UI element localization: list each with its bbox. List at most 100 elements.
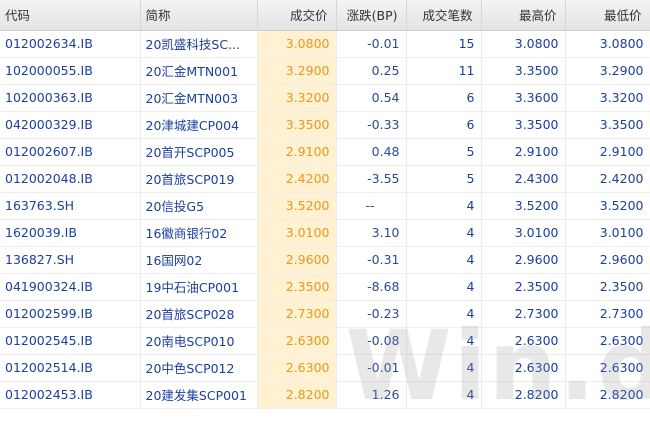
cell-code[interactable]: 012002453.IB [0,381,141,409]
cell-high: 2.9600 [481,246,566,274]
table-row[interactable]: 012002514.IB 20中色SCP012 2.6300 -0.01 4 2.6300… [0,354,650,382]
cell-low: 3.3500 [565,111,650,139]
cell-high: 3.3500 [481,57,566,85]
cell-low: 2.9100 [565,138,650,166]
column-header-price[interactable]: 成交价 [257,0,337,31]
cell-code[interactable]: 012002607.IB [0,138,141,166]
cell-low: 3.5200 [565,192,650,220]
cell-count: 4 [406,354,482,382]
cell-name[interactable]: 16徽商银行02 [140,219,258,247]
cell-change: 0.25 [336,57,407,85]
cell-count: 4 [406,381,482,409]
cell-count: 4 [406,246,482,274]
cell-high: 2.7300 [481,300,566,328]
cell-price: 2.4200 [257,165,337,193]
table-row[interactable]: 102000363.IB 20汇金MTN003 3.3200 0.54 6 3.3600 3… [0,84,650,112]
cell-low: 3.0100 [565,219,650,247]
cell-high: 2.9100 [481,138,566,166]
cell-change: -0.33 [336,111,407,139]
cell-low: 3.2900 [565,57,650,85]
cell-change: 0.48 [336,138,407,166]
cell-low: 2.6300 [565,354,650,382]
cell-count: 6 [406,111,482,139]
cell-code[interactable]: 012002599.IB [0,300,141,328]
cell-price: 3.3200 [257,84,337,112]
cell-change: -8.68 [336,273,407,301]
cell-low: 2.4200 [565,165,650,193]
cell-high: 3.0100 [481,219,566,247]
cell-low: 2.9600 [565,246,650,274]
cell-low: 3.0800 [565,30,650,58]
table-row[interactable]: 042000329.IB 20津城建CP004 3.3500 -0.33 6 3.3500… [0,111,650,139]
table-row[interactable]: 163763.SH 20信投G5 3.5200 -- 4 3.5200 3.5200 [0,192,650,220]
column-header-name[interactable]: 简称 [140,0,258,31]
cell-low: 2.8200 [565,381,650,409]
table-row[interactable]: 012002607.IB 20首开SCP005 2.9100 0.48 5 2.9100 2… [0,138,650,166]
cell-high: 2.8200 [481,381,566,409]
cell-low: 2.3500 [565,273,650,301]
cell-low: 3.3200 [565,84,650,112]
table-row[interactable]: 012002545.IB 20南电SCP010 2.6300 -0.08 4 2.6300… [0,327,650,355]
cell-count: 5 [406,138,482,166]
cell-name[interactable]: 20首开SCP005 [140,138,258,166]
cell-count: 4 [406,300,482,328]
cell-name[interactable]: 20信投G5 [140,192,258,220]
cell-change: -- [336,192,407,220]
cell-code[interactable]: 012002634.IB [0,30,141,58]
cell-high: 3.0800 [481,30,566,58]
cell-code[interactable]: 163763.SH [0,192,141,220]
cell-price: 2.3500 [257,273,337,301]
cell-name[interactable]: 20南电SCP010 [140,327,258,355]
cell-name[interactable]: 20首旅SCP019 [140,165,258,193]
table-row[interactable]: 1620039.IB 16徽商银行02 3.0100 3.10 4 3.0100 3.010… [0,219,650,247]
column-header-high[interactable]: 最高价 [481,0,566,31]
column-header-change[interactable]: 涨跌(BP) [336,0,407,31]
cell-low: 2.7300 [565,300,650,328]
table-row[interactable]: 041900324.IB 19中石油CP001 2.3500 -8.68 4 2.3500… [0,273,650,301]
column-header-code[interactable]: 代码 [0,0,141,31]
cell-count: 4 [406,192,482,220]
cell-count: 4 [406,327,482,355]
table-row[interactable]: 012002048.IB 20首旅SCP019 2.4200 -3.55 5 2.4300… [0,165,650,193]
cell-count: 4 [406,219,482,247]
cell-name[interactable]: 20中色SCP012 [140,354,258,382]
table-row[interactable]: 012002634.IB 20凯盛科技SC... 3.0800 -0.01 15 3.08… [0,30,650,58]
cell-code[interactable]: 042000329.IB [0,111,141,139]
cell-code[interactable]: 1620039.IB [0,219,141,247]
cell-price: 2.9100 [257,138,337,166]
cell-name[interactable]: 20凯盛科技SC... [140,30,258,58]
cell-price: 3.2900 [257,57,337,85]
cell-name[interactable]: 20汇金MTN001 [140,57,258,85]
cell-name[interactable]: 16国网02 [140,246,258,274]
cell-change: 1.26 [336,381,407,409]
cell-low: 2.6300 [565,327,650,355]
cell-name[interactable]: 20津城建CP004 [140,111,258,139]
cell-code[interactable]: 102000055.IB [0,57,141,85]
cell-price: 3.3500 [257,111,337,139]
cell-code[interactable]: 012002545.IB [0,327,141,355]
cell-name[interactable]: 19中石油CP001 [140,273,258,301]
cell-high: 3.3500 [481,111,566,139]
cell-code[interactable]: 012002048.IB [0,165,141,193]
cell-code[interactable]: 012002514.IB [0,354,141,382]
column-header-count[interactable]: 成交笔数 [406,0,482,31]
header-row: 代码 简称 成交价 涨跌(BP) 成交笔数 最高价 最低价 [0,0,650,31]
cell-name[interactable]: 20建发集SCP001 [140,381,258,409]
cell-code[interactable]: 136827.SH [0,246,141,274]
cell-count: 15 [406,30,482,58]
cell-price: 3.0800 [257,30,337,58]
table-row[interactable]: 012002453.IB 20建发集SCP001 2.8200 1.26 4 2.8200… [0,381,650,409]
cell-change: -0.01 [336,30,407,58]
cell-change: -0.01 [336,354,407,382]
table-row[interactable]: 102000055.IB 20汇金MTN001 3.2900 0.25 11 3.3500… [0,57,650,85]
cell-name[interactable]: 20首旅SCP028 [140,300,258,328]
cell-high: 2.6300 [481,327,566,355]
cell-code[interactable]: 041900324.IB [0,273,141,301]
table-row[interactable]: 136827.SH 16国网02 2.9600 -0.31 4 2.9600 2.9600 [0,246,650,274]
column-header-low[interactable]: 最低价 [565,0,650,31]
cell-count: 6 [406,84,482,112]
cell-price: 2.9600 [257,246,337,274]
cell-name[interactable]: 20汇金MTN003 [140,84,258,112]
table-row[interactable]: 012002599.IB 20首旅SCP028 2.7300 -0.23 4 2.7300… [0,300,650,328]
cell-code[interactable]: 102000363.IB [0,84,141,112]
